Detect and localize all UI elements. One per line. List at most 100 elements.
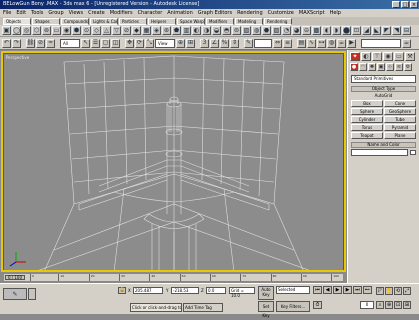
- tube-button[interactable]: Tube: [384, 116, 416, 123]
- tab-objects[interactable]: Objects: [3, 18, 31, 25]
- menu-item-file[interactable]: File: [3, 9, 11, 17]
- previous-frame-icon[interactable]: ◀: [323, 286, 332, 294]
- select-by-name-icon[interactable]: ☰: [91, 38, 100, 48]
- foliage-icon[interactable]: ◣: [372, 26, 381, 35]
- close-button[interactable]: ×: [410, 1, 418, 8]
- spacewarps-icon[interactable]: ≋: [395, 63, 403, 71]
- geometry-icon[interactable]: ●: [350, 63, 358, 71]
- door-icon[interactable]: ⬤: [342, 26, 351, 35]
- add-time-tag-button[interactable]: Add Time Tag: [183, 303, 223, 312]
- menu-item-edit[interactable]: Edit: [16, 9, 26, 17]
- select-scale-icon[interactable]: ⤡: [145, 38, 154, 48]
- zoom-all-icon[interactable]: ⊕: [385, 301, 393, 309]
- go-to-end-icon[interactable]: ⏭: [353, 286, 362, 294]
- zoom-icon[interactable]: ⌕: [376, 301, 384, 309]
- hose-icon[interactable]: ◐: [192, 26, 201, 35]
- minimize-button[interactable]: _: [392, 1, 400, 8]
- sphere-button[interactable]: Sphere: [351, 108, 383, 115]
- select-move-icon[interactable]: ✥: [125, 38, 134, 48]
- next-frame-icon[interactable]: ▶: [343, 286, 352, 294]
- selection-filter-dropdown[interactable]: All: [60, 38, 80, 48]
- select-rotate-icon[interactable]: ⟳: [135, 38, 144, 48]
- material-editor-icon[interactable]: ◍: [327, 38, 336, 48]
- quick-render-icon[interactable]: ▶: [347, 38, 356, 48]
- pyramid-button[interactable]: Pyramid: [384, 124, 416, 131]
- redo-icon[interactable]: ↷: [12, 38, 21, 48]
- connect-icon[interactable]: ▨: [272, 26, 281, 35]
- percent-snap-icon[interactable]: %: [220, 38, 229, 48]
- capsule-icon[interactable]: ▦: [142, 26, 151, 35]
- rect-selection-icon[interactable]: ▢: [101, 38, 110, 48]
- spinner-snap-icon[interactable]: ⇕: [230, 38, 239, 48]
- snaps-toggle-icon[interactable]: 3: [200, 38, 209, 48]
- menu-item-help[interactable]: Help: [330, 9, 341, 17]
- bind-spacewarp-icon[interactable]: ≈: [46, 38, 55, 48]
- loft-icon[interactable]: ▧: [242, 26, 251, 35]
- arc-rotate-icon[interactable]: ⟲: [394, 287, 402, 295]
- menu-item-customize[interactable]: Customize: [268, 9, 294, 17]
- named-selection-dropdown[interactable]: [254, 38, 272, 48]
- render-type-dropdown[interactable]: [361, 38, 401, 48]
- play-icon[interactable]: ▶: [333, 286, 342, 294]
- helpers-icon[interactable]: ⊹: [386, 63, 394, 71]
- c-ext-icon[interactable]: ◒: [212, 26, 221, 35]
- perspective-viewport[interactable]: Perspective: [3, 53, 344, 271]
- geosphere-icon[interactable]: ⬢: [72, 26, 81, 35]
- menu-item-graph-editors[interactable]: Graph Editors: [198, 9, 232, 17]
- ring-wave-icon[interactable]: ▥: [182, 26, 191, 35]
- tube-icon[interactable]: ⊙: [82, 26, 91, 35]
- select-link-icon[interactable]: ⛓: [26, 38, 35, 48]
- torus-button[interactable]: Torus: [351, 124, 383, 131]
- pyramid-icon[interactable]: ◇: [92, 26, 101, 35]
- maximize-viewport-icon[interactable]: ⤢: [403, 287, 411, 295]
- pan-icon[interactable]: ✋: [385, 287, 393, 295]
- menu-item-animation[interactable]: Animation: [167, 9, 193, 17]
- select-object-icon[interactable]: ↖: [81, 38, 90, 48]
- unlink-icon[interactable]: ⊘: [36, 38, 45, 48]
- torus-knot-icon[interactable]: ⬟: [172, 26, 181, 35]
- tab-lights-cameras[interactable]: Lights & Cameras: [90, 18, 118, 25]
- box-button[interactable]: Box: [351, 100, 383, 107]
- listener-scroll[interactable]: [28, 288, 36, 300]
- time-slider[interactable]: 0 / 100 0 10 20 30 40 50 60 70 80 90 100: [3, 273, 344, 282]
- maxscript-listener-icon[interactable]: ✎: [3, 288, 27, 300]
- shape-merge-icon[interactable]: ◕: [292, 26, 301, 35]
- oil-tank-icon[interactable]: ⊘: [122, 26, 131, 35]
- selection-lock-icon[interactable]: 🔒: [118, 287, 126, 294]
- undo-icon[interactable]: ↶: [2, 38, 11, 48]
- box-icon[interactable]: ▣: [2, 26, 11, 35]
- cylinder-icon[interactable]: ◎: [22, 26, 31, 35]
- menu-item-tools[interactable]: Tools: [31, 9, 43, 17]
- field-of-view-icon[interactable]: ◸: [376, 287, 384, 295]
- lights-icon[interactable]: ✺: [368, 63, 376, 71]
- tab-helpers[interactable]: Helpers: [148, 18, 176, 25]
- render-scene-icon[interactable]: ☕: [337, 38, 346, 48]
- morph-icon[interactable]: ◔: [282, 26, 291, 35]
- tab-particles[interactable]: Particles: [119, 18, 147, 25]
- tab-compounds[interactable]: Compounds: [61, 18, 89, 25]
- prism-icon[interactable]: ⊛: [162, 26, 171, 35]
- tab-shapes[interactable]: Shapes: [32, 18, 60, 25]
- name-and-color-rollout-header[interactable]: Name and Color: [351, 142, 416, 148]
- y-coordinate-field[interactable]: -218.53: [171, 287, 199, 294]
- railing-icon[interactable]: ◤: [382, 26, 391, 35]
- menu-item-create[interactable]: Create: [88, 9, 105, 17]
- maximize-button[interactable]: □: [401, 1, 409, 8]
- boolean-icon[interactable]: ⊜: [232, 26, 241, 35]
- scatter-icon[interactable]: ◍: [252, 26, 261, 35]
- tab-modifiers[interactable]: Modifiers: [206, 18, 234, 25]
- autogrid-checkbox[interactable]: AutoGrid: [351, 93, 416, 99]
- tab-rendering[interactable]: Rendering: [264, 18, 292, 25]
- plane-button[interactable]: Plane: [384, 132, 416, 139]
- create-icon[interactable]: ✦: [350, 52, 360, 61]
- mirror-icon[interactable]: ⇔: [273, 38, 282, 48]
- l-ext-icon[interactable]: ◑: [202, 26, 211, 35]
- cone-button[interactable]: Cone: [384, 100, 416, 107]
- zoom-extents-icon[interactable]: ⊡: [394, 301, 402, 309]
- category-dropdown[interactable]: Standard Primitives: [351, 75, 416, 83]
- gengon-icon[interactable]: ◈: [152, 26, 161, 35]
- systems-icon[interactable]: ⚙: [404, 63, 412, 71]
- pivot-center-icon[interactable]: ⊕: [176, 38, 185, 48]
- spindle-icon[interactable]: ◆: [132, 26, 141, 35]
- wall-icon[interactable]: ◥: [392, 26, 401, 35]
